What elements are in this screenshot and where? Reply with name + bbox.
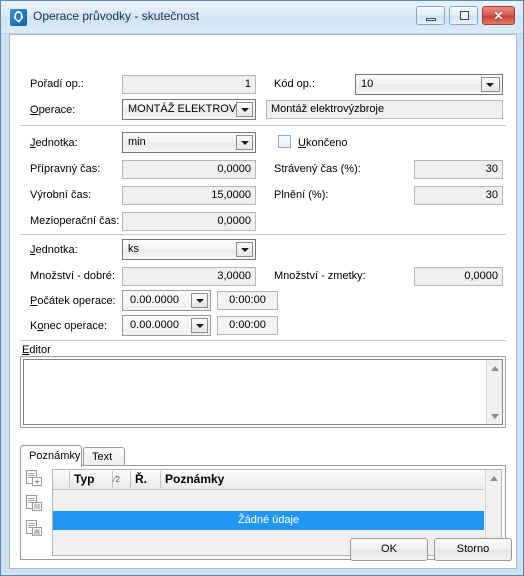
view-note-icon[interactable]	[25, 494, 44, 513]
scrap-qty-label: Množství - zmetky:	[274, 270, 366, 282]
unit-qty-label: Jednotka:	[30, 244, 78, 256]
good-qty-label: Množství - dobré:	[30, 270, 115, 282]
editor-frame	[20, 356, 506, 428]
grid-column-rada[interactable]: Ř.	[131, 470, 159, 489]
maximize-button[interactable]	[449, 6, 478, 25]
end-date-picker[interactable]: 0.00.0000	[122, 315, 211, 336]
column-divider[interactable]	[112, 471, 113, 488]
start-label: Počátek operace:	[30, 295, 116, 307]
unit-time-label: Jednotka:	[30, 137, 78, 149]
fulfillment-label: Plnění (%):	[274, 189, 329, 201]
chevron-down-icon[interactable]	[481, 77, 500, 92]
dialog-content: Pořadí op.: 1 Kód op.: 10 Operace: MONTÁ…	[9, 34, 517, 569]
window-title: Operace průvodky - skutečnost	[33, 9, 200, 23]
calendar-chevron-icon[interactable]	[191, 293, 208, 308]
cancel-button[interactable]: Storno	[434, 538, 512, 561]
calendar-chevron-icon[interactable]	[191, 318, 208, 333]
prep-time-field[interactable]: 0,0000	[122, 160, 256, 179]
code-label: Kód op.:	[274, 78, 315, 90]
fulfillment-field[interactable]: 30	[414, 186, 503, 205]
code-combo[interactable]: 10	[355, 74, 503, 95]
save-note-icon[interactable]	[25, 519, 44, 538]
scroll-up-icon[interactable]	[487, 360, 503, 376]
finished-label: Ukončeno	[298, 137, 348, 149]
order-value-field[interactable]: 1	[122, 75, 256, 94]
grid-header-row: Typ ⁄2 Ř. Poznámky	[53, 470, 484, 490]
grid-column-poznamky[interactable]: Poznámky	[161, 470, 321, 489]
maximize-icon	[460, 11, 469, 20]
chevron-down-icon[interactable]	[236, 135, 253, 150]
editor-scrollbar[interactable]	[486, 360, 502, 424]
grid-toolbar	[25, 469, 51, 544]
start-date-picker[interactable]: 0.00.0000	[122, 290, 211, 311]
good-qty-field[interactable]: 3,0000	[122, 267, 256, 286]
column-divider[interactable]	[69, 471, 70, 488]
editor-label: Editor	[22, 344, 51, 356]
unit-qty-combo[interactable]: ks	[122, 239, 256, 260]
prod-time-field[interactable]: 15,0000	[122, 186, 256, 205]
operation-label: Operace:	[30, 104, 76, 116]
order-label: Pořadí op.:	[30, 78, 84, 90]
title-bar[interactable]: Operace průvodky - skutečnost ✕	[1, 1, 523, 34]
minimize-button[interactable]	[416, 6, 445, 25]
tab-poznamky[interactable]: Poznámky	[20, 445, 82, 467]
dialog-window: Operace průvodky - skutečnost ✕ Pořadí o…	[0, 0, 524, 576]
add-note-icon[interactable]	[25, 469, 44, 488]
app-icon	[10, 9, 27, 26]
spent-time-field[interactable]: 30	[414, 160, 503, 179]
section-divider-2	[20, 234, 506, 235]
close-button[interactable]: ✕	[482, 6, 515, 25]
sort-ascending-icon[interactable]: ⁄2	[114, 474, 120, 484]
section-divider-3	[20, 340, 506, 341]
start-time-field[interactable]: 0:00:00	[217, 291, 278, 310]
interop-time-field[interactable]: 0,0000	[122, 212, 256, 231]
end-label: Konec operace:	[30, 320, 108, 332]
unit-time-combo[interactable]: min	[122, 132, 256, 153]
scrap-qty-field[interactable]: 0,0000	[414, 267, 503, 286]
chevron-down-icon[interactable]	[236, 102, 253, 117]
grid-column-typ[interactable]: Typ	[70, 470, 112, 489]
editor-textarea[interactable]	[24, 360, 485, 424]
section-divider-1	[20, 125, 506, 126]
scroll-up-icon[interactable]	[486, 470, 502, 486]
grid-empty-row[interactable]: Žádné údaje	[53, 511, 484, 530]
tab-text[interactable]: Text	[83, 447, 125, 466]
spent-time-label: Strávený čas (%):	[274, 163, 361, 175]
operation-combo[interactable]: MONTÁŽ ELEKTROVÝZ.	[122, 99, 256, 120]
finished-checkbox[interactable]	[278, 135, 291, 148]
prep-time-label: Přípravný čas:	[30, 163, 101, 175]
ok-button[interactable]: OK	[350, 538, 428, 561]
prod-time-label: Výrobní čas:	[30, 189, 92, 201]
tab-strip: Poznámky Text	[20, 445, 506, 467]
minimize-icon	[426, 18, 436, 21]
chevron-down-icon[interactable]	[236, 242, 253, 257]
close-icon: ✕	[493, 8, 504, 23]
interop-time-label: Mezioperační čas:	[30, 215, 120, 227]
operation-description-field[interactable]: Montáž elektrovýzbroje	[266, 100, 503, 119]
end-time-field[interactable]: 0:00:00	[217, 316, 278, 335]
scroll-down-icon[interactable]	[487, 408, 503, 424]
